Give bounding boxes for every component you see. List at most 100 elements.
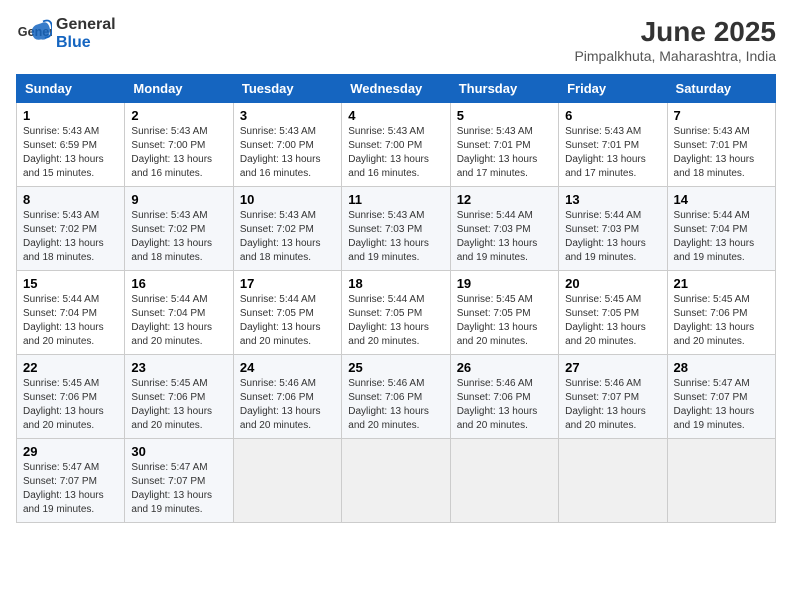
- calendar-cell: [342, 439, 450, 523]
- day-number: 23: [131, 360, 226, 375]
- sunset-label: Sunset: 7:00 PM: [240, 140, 314, 151]
- logo-general: General: [56, 16, 116, 33]
- sunrise-label: Sunrise: 5:43 AM: [674, 126, 750, 137]
- sunrise-label: Sunrise: 5:43 AM: [23, 126, 99, 137]
- sunset-label: Sunset: 7:07 PM: [565, 392, 639, 403]
- sunrise-label: Sunrise: 5:43 AM: [565, 126, 641, 137]
- day-number: 20: [565, 276, 660, 291]
- daylight-label: Daylight: 13 hours and 19 minutes.: [457, 238, 538, 263]
- day-number: 24: [240, 360, 335, 375]
- calendar-cell: 16 Sunrise: 5:44 AM Sunset: 7:04 PM Dayl…: [125, 271, 233, 355]
- day-info: Sunrise: 5:43 AM Sunset: 7:02 PM Dayligh…: [240, 209, 335, 265]
- day-number: 8: [23, 192, 118, 207]
- sunset-label: Sunset: 7:02 PM: [240, 224, 314, 235]
- day-number: 18: [348, 276, 443, 291]
- calendar-week-row: 1 Sunrise: 5:43 AM Sunset: 6:59 PM Dayli…: [17, 103, 776, 187]
- sunrise-label: Sunrise: 5:47 AM: [131, 462, 207, 473]
- sunset-label: Sunset: 7:00 PM: [348, 140, 422, 151]
- daylight-label: Daylight: 13 hours and 15 minutes.: [23, 154, 104, 179]
- day-number: 5: [457, 108, 552, 123]
- sunset-label: Sunset: 7:05 PM: [565, 308, 639, 319]
- sunset-label: Sunset: 7:05 PM: [348, 308, 422, 319]
- sunrise-label: Sunrise: 5:47 AM: [674, 378, 750, 389]
- day-info: Sunrise: 5:45 AM Sunset: 7:05 PM Dayligh…: [457, 293, 552, 349]
- day-info: Sunrise: 5:44 AM Sunset: 7:04 PM Dayligh…: [23, 293, 118, 349]
- day-number: 28: [674, 360, 769, 375]
- daylight-label: Daylight: 13 hours and 20 minutes.: [348, 406, 429, 431]
- calendar-cell: 17 Sunrise: 5:44 AM Sunset: 7:05 PM Dayl…: [233, 271, 341, 355]
- daylight-label: Daylight: 13 hours and 19 minutes.: [348, 238, 429, 263]
- sunset-label: Sunset: 7:04 PM: [674, 224, 748, 235]
- day-info: Sunrise: 5:45 AM Sunset: 7:05 PM Dayligh…: [565, 293, 660, 349]
- day-number: 3: [240, 108, 335, 123]
- sunrise-label: Sunrise: 5:44 AM: [348, 294, 424, 305]
- calendar-cell: 3 Sunrise: 5:43 AM Sunset: 7:00 PM Dayli…: [233, 103, 341, 187]
- day-info: Sunrise: 5:43 AM Sunset: 7:00 PM Dayligh…: [348, 125, 443, 181]
- day-number: 30: [131, 444, 226, 459]
- day-number: 29: [23, 444, 118, 459]
- day-info: Sunrise: 5:44 AM Sunset: 7:04 PM Dayligh…: [131, 293, 226, 349]
- sunrise-label: Sunrise: 5:43 AM: [131, 210, 207, 221]
- sunrise-label: Sunrise: 5:43 AM: [240, 126, 316, 137]
- daylight-label: Daylight: 13 hours and 20 minutes.: [348, 322, 429, 347]
- sunrise-label: Sunrise: 5:44 AM: [131, 294, 207, 305]
- calendar-cell: 27 Sunrise: 5:46 AM Sunset: 7:07 PM Dayl…: [559, 355, 667, 439]
- daylight-label: Daylight: 13 hours and 20 minutes.: [565, 322, 646, 347]
- day-info: Sunrise: 5:46 AM Sunset: 7:06 PM Dayligh…: [240, 377, 335, 433]
- calendar-cell: 20 Sunrise: 5:45 AM Sunset: 7:05 PM Dayl…: [559, 271, 667, 355]
- day-number: 27: [565, 360, 660, 375]
- sunrise-label: Sunrise: 5:44 AM: [457, 210, 533, 221]
- calendar-week-row: 22 Sunrise: 5:45 AM Sunset: 7:06 PM Dayl…: [17, 355, 776, 439]
- calendar-cell: 10 Sunrise: 5:43 AM Sunset: 7:02 PM Dayl…: [233, 187, 341, 271]
- col-friday: Friday: [559, 75, 667, 103]
- sunrise-label: Sunrise: 5:43 AM: [348, 210, 424, 221]
- day-number: 6: [565, 108, 660, 123]
- daylight-label: Daylight: 13 hours and 20 minutes.: [457, 322, 538, 347]
- day-info: Sunrise: 5:43 AM Sunset: 7:01 PM Dayligh…: [565, 125, 660, 181]
- day-number: 1: [23, 108, 118, 123]
- sunset-label: Sunset: 7:04 PM: [131, 308, 205, 319]
- col-tuesday: Tuesday: [233, 75, 341, 103]
- sunrise-label: Sunrise: 5:43 AM: [240, 210, 316, 221]
- sunset-label: Sunset: 7:07 PM: [23, 476, 97, 487]
- sunset-label: Sunset: 7:06 PM: [674, 308, 748, 319]
- col-wednesday: Wednesday: [342, 75, 450, 103]
- sunrise-label: Sunrise: 5:44 AM: [23, 294, 99, 305]
- daylight-label: Daylight: 13 hours and 19 minutes.: [674, 238, 755, 263]
- sunrise-label: Sunrise: 5:44 AM: [565, 210, 641, 221]
- daylight-label: Daylight: 13 hours and 19 minutes.: [131, 490, 212, 515]
- sunset-label: Sunset: 7:07 PM: [131, 476, 205, 487]
- calendar-cell: 4 Sunrise: 5:43 AM Sunset: 7:00 PM Dayli…: [342, 103, 450, 187]
- sunset-label: Sunset: 7:05 PM: [457, 308, 531, 319]
- calendar-cell: 26 Sunrise: 5:46 AM Sunset: 7:06 PM Dayl…: [450, 355, 558, 439]
- calendar-cell: 6 Sunrise: 5:43 AM Sunset: 7:01 PM Dayli…: [559, 103, 667, 187]
- day-info: Sunrise: 5:47 AM Sunset: 7:07 PM Dayligh…: [23, 461, 118, 517]
- sunset-label: Sunset: 7:02 PM: [23, 224, 97, 235]
- sunset-label: Sunset: 7:07 PM: [674, 392, 748, 403]
- sunset-label: Sunset: 7:05 PM: [240, 308, 314, 319]
- day-number: 26: [457, 360, 552, 375]
- calendar-table: Sunday Monday Tuesday Wednesday Thursday…: [16, 74, 776, 523]
- sunrise-label: Sunrise: 5:45 AM: [23, 378, 99, 389]
- calendar-cell: 19 Sunrise: 5:45 AM Sunset: 7:05 PM Dayl…: [450, 271, 558, 355]
- day-info: Sunrise: 5:46 AM Sunset: 7:07 PM Dayligh…: [565, 377, 660, 433]
- day-number: 16: [131, 276, 226, 291]
- calendar-cell: 8 Sunrise: 5:43 AM Sunset: 7:02 PM Dayli…: [17, 187, 125, 271]
- day-info: Sunrise: 5:45 AM Sunset: 7:06 PM Dayligh…: [674, 293, 769, 349]
- sunrise-label: Sunrise: 5:46 AM: [565, 378, 641, 389]
- day-info: Sunrise: 5:44 AM Sunset: 7:05 PM Dayligh…: [348, 293, 443, 349]
- day-info: Sunrise: 5:47 AM Sunset: 7:07 PM Dayligh…: [131, 461, 226, 517]
- day-info: Sunrise: 5:43 AM Sunset: 6:59 PM Dayligh…: [23, 125, 118, 181]
- day-number: 11: [348, 192, 443, 207]
- day-number: 22: [23, 360, 118, 375]
- day-info: Sunrise: 5:45 AM Sunset: 7:06 PM Dayligh…: [131, 377, 226, 433]
- sunrise-label: Sunrise: 5:44 AM: [240, 294, 316, 305]
- sunrise-label: Sunrise: 5:45 AM: [674, 294, 750, 305]
- sunset-label: Sunset: 7:02 PM: [131, 224, 205, 235]
- calendar-week-row: 8 Sunrise: 5:43 AM Sunset: 7:02 PM Dayli…: [17, 187, 776, 271]
- daylight-label: Daylight: 13 hours and 20 minutes.: [240, 406, 321, 431]
- col-monday: Monday: [125, 75, 233, 103]
- sunset-label: Sunset: 7:03 PM: [348, 224, 422, 235]
- calendar-cell: 9 Sunrise: 5:43 AM Sunset: 7:02 PM Dayli…: [125, 187, 233, 271]
- day-number: 9: [131, 192, 226, 207]
